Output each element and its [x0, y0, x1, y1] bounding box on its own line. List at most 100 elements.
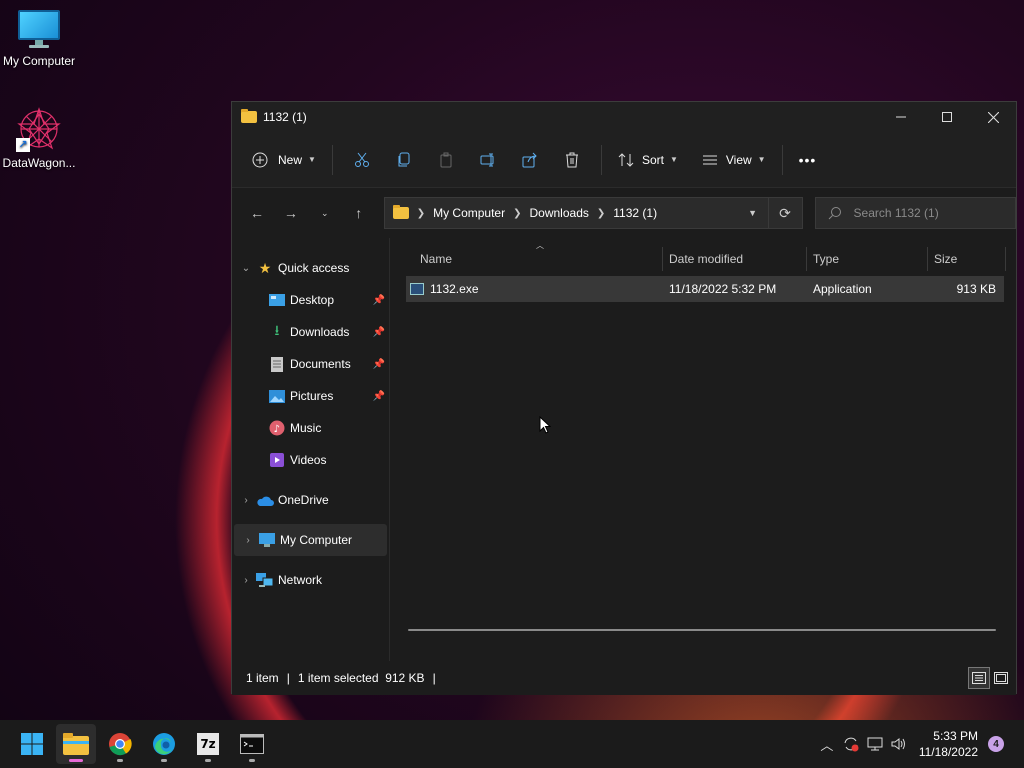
command-bar: New ▼ Sort ▼ View ▼ ••• — [232, 132, 1016, 188]
nav-label: OneDrive — [278, 493, 329, 507]
column-name[interactable]: Name — [406, 247, 663, 271]
chevron-right-icon[interactable]: › — [236, 575, 256, 586]
plus-circle-icon — [252, 152, 268, 167]
nav-label: Videos — [290, 453, 327, 467]
taskbar-terminal[interactable] — [232, 724, 272, 764]
column-type[interactable]: Type — [807, 247, 928, 271]
chevron-down-icon: ⌄ — [321, 207, 329, 218]
nav-network[interactable]: › Network — [232, 564, 389, 596]
share-button[interactable] — [514, 144, 546, 176]
nav-item-pictures[interactable]: Pictures 📌 — [232, 380, 389, 412]
new-button[interactable]: New ▼ — [244, 144, 324, 176]
start-button[interactable] — [12, 724, 52, 764]
details-view-button[interactable] — [968, 667, 990, 689]
more-options-button[interactable]: ••• — [791, 144, 825, 176]
chevron-right-icon: ❯ — [596, 207, 606, 219]
file-name: 1132.exe — [430, 282, 479, 296]
column-date-modified[interactable]: Date modified — [663, 247, 807, 271]
sync-status-icon[interactable] — [839, 732, 863, 756]
close-button[interactable] — [970, 102, 1016, 132]
nav-quick-access[interactable]: ⌄ ★ Quick access — [232, 252, 389, 284]
nav-item-documents[interactable]: Documents 📌 — [232, 348, 389, 380]
pin-icon[interactable]: 📌 — [373, 295, 385, 306]
clock[interactable]: 5:33 PM 11/18/2022 — [919, 728, 978, 760]
chevron-up-icon: ︿ — [820, 737, 834, 753]
taskbar-chrome[interactable] — [100, 724, 140, 764]
taskbar: 7z ︿ 5:33 PM 11/18/2022 4 — [0, 720, 1024, 768]
nav-item-videos[interactable]: Videos — [232, 444, 389, 476]
file-row[interactable]: 1132.exe 11/18/2022 5:32 PM Application … — [406, 276, 1004, 302]
address-bar[interactable]: ❯ My Computer ❯ Downloads ❯ 1132 (1) ▼ ⟳ — [383, 197, 803, 229]
nav-my-computer[interactable]: › My Computer — [234, 524, 387, 556]
breadcrumb-current[interactable]: 1132 (1) — [613, 206, 657, 220]
minimize-button[interactable] — [878, 102, 924, 132]
file-explorer-icon — [63, 733, 89, 755]
chevron-down-icon: ▼ — [308, 155, 316, 164]
chevron-down-icon: ▼ — [669, 155, 678, 164]
taskbar-7zip[interactable]: 7z — [188, 724, 228, 764]
share-icon — [522, 152, 537, 167]
view-button[interactable]: View ▼ — [694, 144, 774, 176]
edge-icon — [153, 733, 175, 755]
search-placeholder: Search 1132 (1) — [853, 206, 939, 220]
title-bar[interactable]: 1132 (1) — [232, 102, 1016, 132]
recent-locations-button[interactable]: ⌄ — [310, 198, 340, 228]
selection-info: 1 item selected 912 KB — [297, 671, 425, 685]
file-list[interactable]: ︿ Name Date modified Type Size 1132.exe … — [390, 238, 1016, 661]
desktop-icon-label: DataWagon... — [2, 156, 76, 170]
notification-badge[interactable]: 4 — [988, 736, 1004, 752]
pin-icon[interactable]: 📌 — [373, 327, 385, 338]
column-size[interactable]: Size — [928, 247, 1006, 271]
tiles-view-button[interactable] — [990, 667, 1012, 689]
sort-button[interactable]: Sort ▼ — [610, 144, 686, 176]
rename-button[interactable] — [472, 144, 504, 176]
network-status-icon[interactable] — [863, 732, 887, 756]
delete-button[interactable] — [556, 144, 588, 176]
nav-item-music[interactable]: ♪ Music — [232, 412, 389, 444]
status-bar: 1 item | 1 item selected 912 KB | — [232, 661, 1016, 695]
breadcrumb-downloads[interactable]: Downloads — [530, 206, 589, 220]
nav-item-downloads[interactable]: ⭳ Downloads 📌 — [232, 316, 389, 348]
paste-icon — [440, 152, 452, 167]
desktop-icon-my-computer[interactable]: My Computer — [0, 10, 78, 68]
more-icon: ••• — [798, 151, 817, 168]
window-title: 1132 (1) — [263, 110, 307, 124]
network-icon — [256, 572, 274, 588]
refresh-button[interactable]: ⟳ — [767, 198, 802, 228]
address-dropdown-button[interactable]: ▼ — [738, 208, 768, 218]
folder-icon — [241, 109, 257, 123]
chevron-right-icon: ❯ — [416, 207, 426, 219]
chevron-down-icon[interactable]: ⌄ — [236, 263, 256, 274]
nav-label: Pictures — [290, 389, 334, 403]
pin-icon[interactable]: 📌 — [373, 359, 385, 370]
chrome-icon — [109, 733, 132, 756]
up-button[interactable]: ↑ — [344, 198, 374, 228]
scissors-icon — [354, 152, 369, 167]
nav-onedrive[interactable]: › OneDrive — [232, 484, 389, 516]
breadcrumb-my-computer[interactable]: My Computer — [433, 206, 505, 220]
sort-icon — [618, 152, 634, 167]
desktop-icon-datawagon[interactable]: ↗ DataWagon... — [0, 106, 78, 170]
pin-icon[interactable]: 📌 — [373, 391, 385, 402]
forward-button[interactable]: → — [276, 198, 306, 228]
7zip-icon: 7z — [197, 733, 219, 755]
chevron-right-icon[interactable]: › — [238, 535, 258, 546]
star-icon: ★ — [258, 259, 272, 276]
taskbar-file-explorer[interactable] — [56, 724, 96, 764]
column-header-row: Name Date modified Type Size — [406, 244, 1016, 274]
search-input[interactable]: Search 1132 (1) — [814, 197, 1017, 229]
volume-icon[interactable] — [887, 732, 911, 756]
view-button-label: View — [725, 152, 752, 167]
show-hidden-icons-button[interactable]: ︿ — [815, 732, 839, 756]
chevron-right-icon[interactable]: › — [236, 495, 256, 506]
back-button[interactable]: ← — [242, 198, 272, 228]
paste-button[interactable] — [430, 144, 462, 176]
application-icon — [410, 283, 424, 295]
nav-item-desktop[interactable]: Desktop 📌 — [232, 284, 389, 316]
maximize-button[interactable] — [924, 102, 970, 132]
taskbar-edge[interactable] — [144, 724, 184, 764]
horizontal-scrollbar[interactable] — [408, 629, 996, 631]
copy-button[interactable] — [388, 144, 420, 176]
start-icon — [21, 733, 43, 755]
cut-button[interactable] — [346, 144, 378, 176]
